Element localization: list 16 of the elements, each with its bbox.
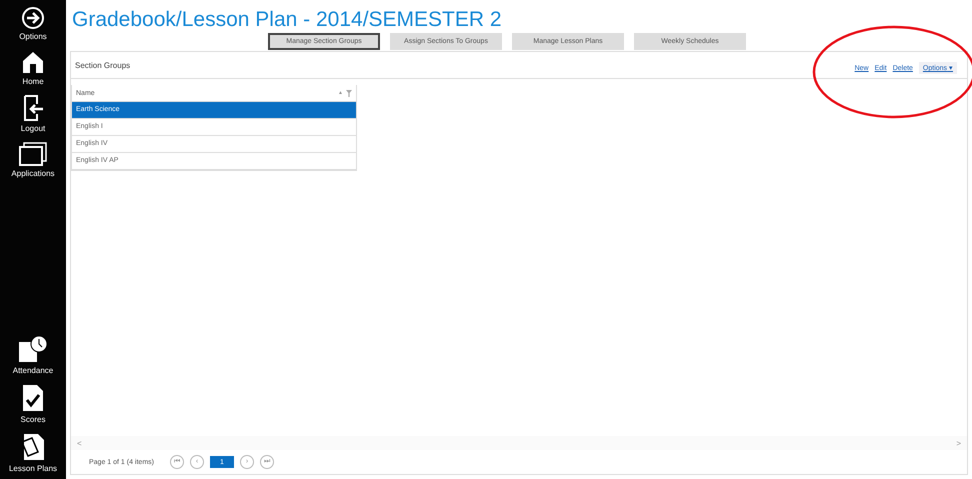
sidebar-item[interactable]: Attendance [0, 332, 66, 377]
sidebar-item[interactable]: Scores [0, 381, 66, 426]
page-title: Gradebook/Lesson Plan - 2014/SEMESTER 2 [71, 7, 503, 32]
sidebar-item[interactable]: Logout [0, 92, 66, 135]
sidebar-item[interactable]: Options [0, 4, 66, 43]
door-icon [22, 94, 44, 122]
arrow-circle-icon [21, 6, 45, 30]
sidebar-item[interactable]: Home [0, 47, 66, 88]
house-icon [21, 49, 45, 75]
panel-title: Section Groups [75, 60, 130, 70]
clock-document-icon [17, 334, 49, 364]
checkmark-document-icon [21, 383, 45, 413]
sidebar-item[interactable]: Lesson Plans [0, 430, 66, 475]
filter-icon[interactable] [346, 90, 352, 96]
windows-icon [18, 141, 48, 167]
sidebar-item[interactable]: Applications [0, 139, 66, 180]
